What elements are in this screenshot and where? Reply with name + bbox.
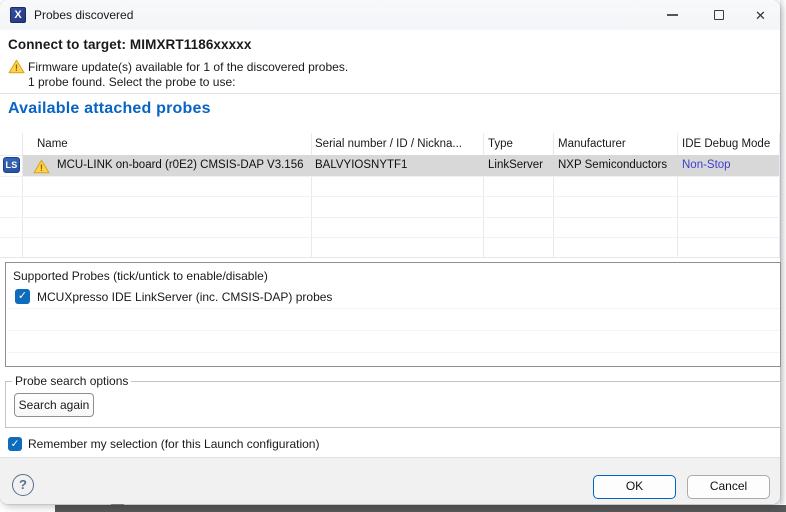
ok-button[interactable]: OK (593, 475, 676, 499)
column-header-name[interactable]: Name (37, 133, 68, 155)
close-button[interactable]: ✕ (741, 0, 780, 30)
list-divider (7, 308, 779, 309)
row-divider (0, 217, 780, 218)
svg-text:!: ! (15, 63, 18, 74)
minimize-icon (667, 14, 678, 16)
titlebar: X Probes discovered ✕ (0, 0, 780, 30)
row-divider (0, 176, 780, 177)
probe-search-options-group: Probe search options Search again (5, 381, 781, 428)
column-header-type[interactable]: Type (488, 133, 513, 155)
firmware-warning-text: Firmware update(s) available for 1 of th… (28, 60, 348, 74)
mcuxpresso-app-icon: X (10, 7, 26, 23)
probe-warning-icon: ! (33, 159, 50, 174)
table-bottom-divider (0, 257, 780, 258)
linkserver-probes-checkbox[interactable]: ✓ (15, 289, 30, 304)
remember-selection-label: Remember my selection (for this Launch c… (28, 437, 319, 451)
warning-icon: ! (8, 59, 25, 74)
probe-search-options-legend: Probe search options (12, 374, 131, 388)
supported-probes-box: Supported Probes (tick/untick to enable/… (5, 262, 781, 367)
connect-to-target-text: Connect to target: MIMXRT1186xxxxx (8, 37, 251, 52)
column-header-manufacturer[interactable]: Manufacturer (558, 133, 626, 155)
probe-name-cell: MCU-LINK on-board (r0E2) CMSIS-DAP V3.15… (57, 155, 304, 176)
probe-type-cell: LinkServer (488, 155, 543, 176)
svg-text:!: ! (40, 163, 43, 174)
section-heading: Available attached probes (8, 100, 211, 118)
minimize-button[interactable] (652, 0, 692, 30)
list-divider (7, 352, 779, 353)
row-divider (0, 196, 780, 197)
list-divider (7, 330, 779, 331)
background-window-edge (55, 505, 786, 512)
screen: X Probes discovered ✕ Connect to target:… (0, 0, 786, 512)
linkserver-probe-icon: LS (3, 157, 20, 173)
column-header-serial[interactable]: Serial number / ID / Nickna... (315, 133, 462, 155)
linkserver-probes-label: MCUXpresso IDE LinkServer (inc. CMSIS-DA… (37, 290, 332, 304)
supported-probes-title: Supported Probes (tick/untick to enable/… (13, 269, 268, 283)
remember-selection-checkbox[interactable]: ✓ (8, 437, 22, 451)
probe-found-text: 1 probe found. Select the probe to use: (28, 75, 235, 89)
maximize-button[interactable] (699, 0, 739, 30)
probe-serial-cell: BALVYIOSNYTF1 (315, 155, 407, 176)
probes-discovered-dialog: X Probes discovered ✕ Connect to target:… (0, 0, 780, 504)
separator (0, 93, 780, 94)
probe-manufacturer-cell: NXP Semiconductors (558, 155, 667, 176)
footer-bar: ? OK Cancel (0, 457, 780, 504)
cancel-button[interactable]: Cancel (687, 475, 770, 499)
row-divider (0, 237, 780, 238)
help-button[interactable]: ? (12, 474, 34, 496)
probes-table: Name Serial number / ID / Nickna... Type… (0, 133, 780, 258)
dialog-shadow (780, 0, 786, 504)
column-header-ide-debug-mode[interactable]: IDE Debug Mode (682, 133, 770, 155)
maximize-icon (714, 10, 724, 20)
ide-debug-mode-cell[interactable]: Non-Stop (682, 155, 731, 176)
search-again-button[interactable]: Search again (14, 393, 94, 417)
window-title: Probes discovered (34, 8, 133, 22)
close-icon: ✕ (755, 9, 766, 22)
